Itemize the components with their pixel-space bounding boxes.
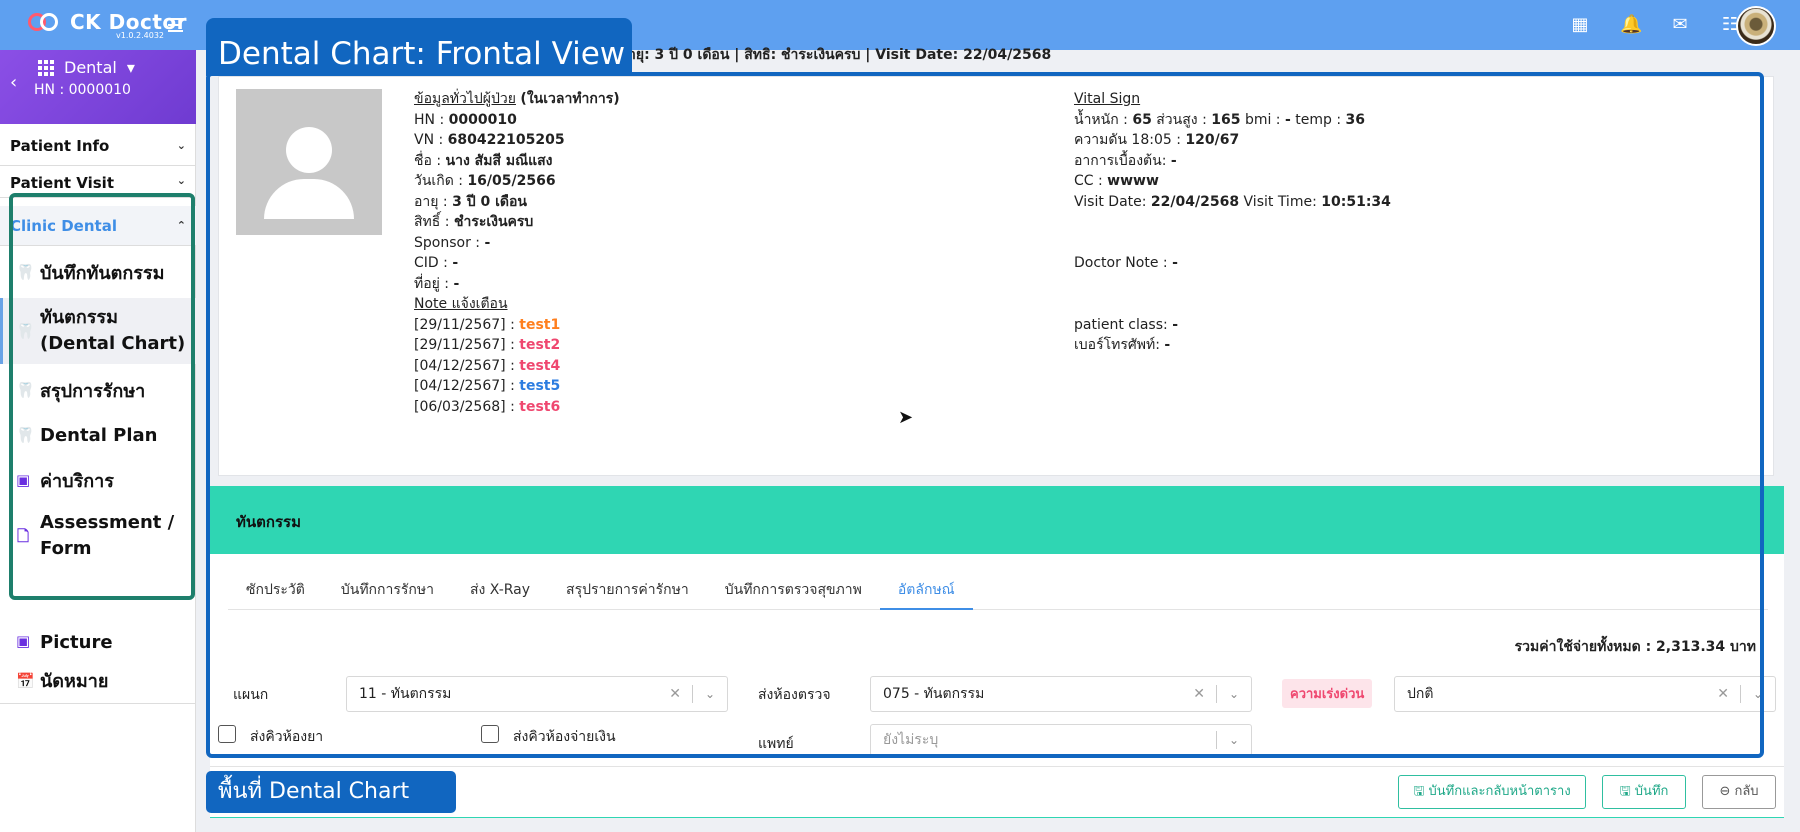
back-button[interactable]: ⊖ กลับ: [1702, 775, 1776, 809]
annotation-dental-chart-area: พื้นที่ Dental Chart: [206, 771, 456, 813]
apps-grid-icon[interactable]: ▦: [1570, 13, 1590, 37]
chevron-down-icon: ⌄: [176, 139, 186, 152]
hn-label: HN : 0000010: [34, 82, 131, 98]
sidebar-item-label: Picture: [40, 632, 113, 653]
back-chevron-icon[interactable]: ‹: [10, 72, 17, 93]
calendar-icon: 📅: [16, 671, 35, 690]
section-label: Patient Visit: [10, 174, 114, 192]
app-version: v1.0.2.4032: [116, 31, 164, 40]
sidebar-item-label: นัดหมาย: [40, 671, 109, 692]
department-selector[interactable]: Dental ▾: [38, 58, 135, 77]
dental-chart-highlight-box: [206, 72, 1764, 758]
caret-down-icon: ▾: [126, 58, 135, 77]
clinic-dental-highlight-box: [9, 193, 195, 600]
chevron-down-icon: ⌄: [176, 174, 186, 187]
mail-icon[interactable]: ✉: [1670, 13, 1690, 37]
logo-icon: [28, 11, 62, 33]
section-label: Patient Info: [10, 136, 110, 155]
image-icon: ▣: [16, 632, 31, 650]
save-button[interactable]: 🖫 บันทึก: [1602, 775, 1686, 809]
grid-icon: [38, 59, 54, 76]
sidebar-header: ‹ Dental ▾ HN : 0000010: [0, 50, 196, 124]
department-label: Dental: [64, 58, 117, 77]
sidebar-section-patient-info[interactable]: Patient Info ⌄: [0, 126, 196, 166]
menu-toggle-icon[interactable]: [168, 18, 186, 32]
sidebar-item-appointment[interactable]: 📅 นัดหมาย: [0, 658, 196, 704]
save-and-back-button[interactable]: 🖫 บันทึกและกลับหน้าตาราง: [1398, 775, 1586, 809]
sidebar-item-picture[interactable]: ▣ Picture: [0, 632, 196, 654]
user-avatar[interactable]: [1736, 6, 1776, 46]
annotation-frontal-view: Dental Chart: Frontal View: [206, 18, 632, 76]
bell-icon[interactable]: 🔔: [1620, 13, 1642, 37]
